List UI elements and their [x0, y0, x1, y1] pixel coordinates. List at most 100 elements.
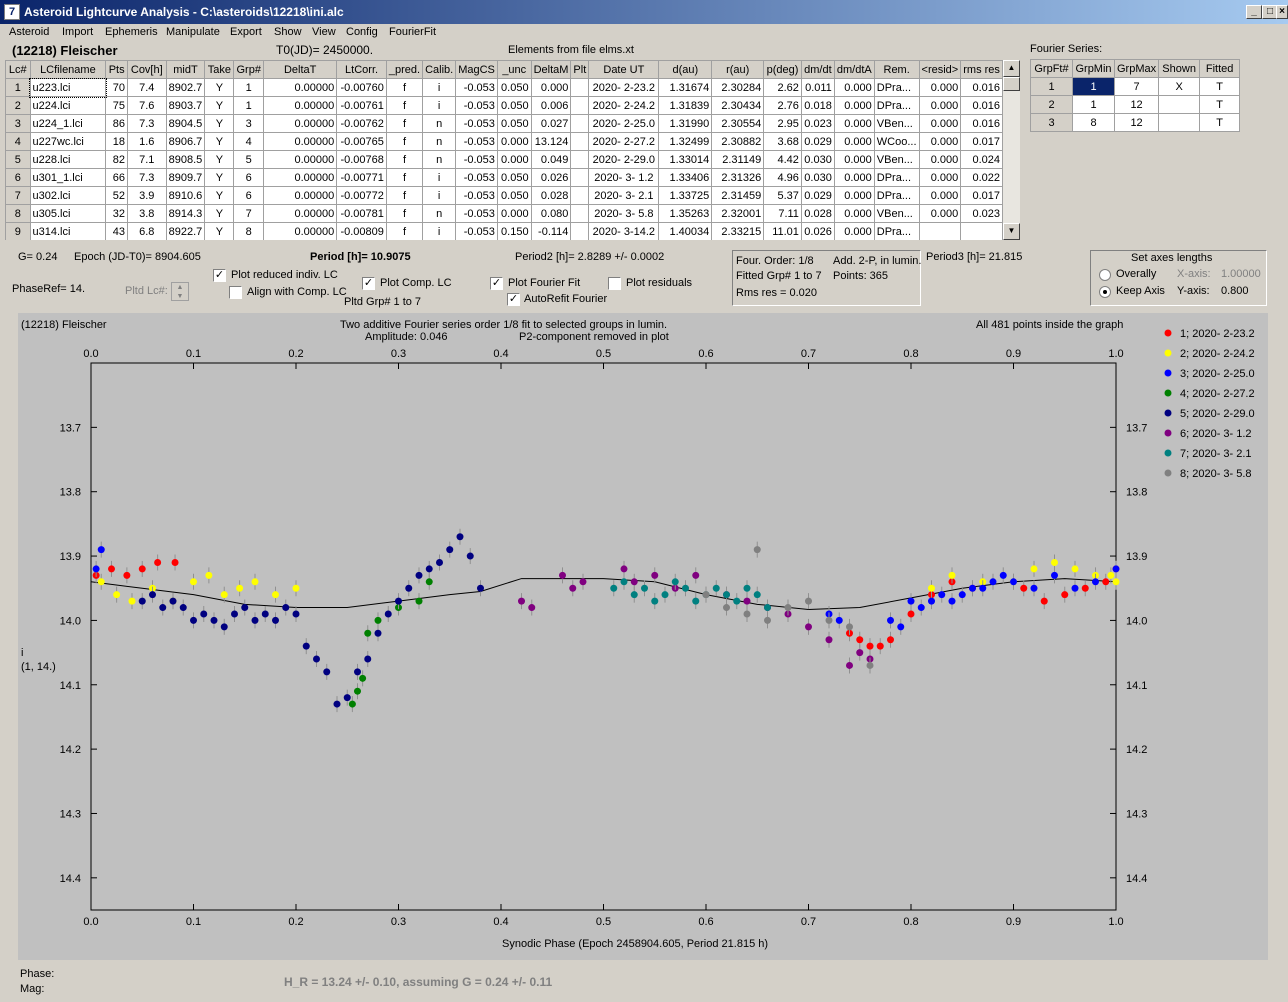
table-cell[interactable]: 0.030 — [800, 150, 835, 169]
table-cell[interactable]: 1 — [233, 78, 265, 97]
table-cell[interactable]: 6.8 — [127, 222, 167, 240]
table-cell[interactable]: f — [385, 78, 424, 97]
table-cell[interactable]: 0.00000 — [263, 222, 338, 240]
table-cell[interactable]: 7.11 — [763, 204, 802, 223]
table-cell[interactable]: 70 — [105, 78, 129, 97]
table-cell[interactable]: 0.050 — [496, 78, 532, 97]
table-row[interactable]: 4 u227wc.lci 18 1.6 8906.7 Y 4 0.00000 -0.00765 f… — [5, 132, 1003, 151]
table-cell[interactable]: 0.00000 — [263, 78, 338, 97]
table-cell[interactable]: 52 — [105, 186, 129, 205]
table-cell[interactable]: -0.053 — [455, 204, 498, 223]
table-cell[interactable]: WCoo... — [873, 132, 920, 151]
plot-reduced-checkbox[interactable]: ✓ — [213, 269, 226, 282]
table-cell[interactable]: u305.lci — [29, 204, 107, 223]
table-cell[interactable]: 0.026 — [530, 168, 572, 187]
column-header[interactable]: midT — [165, 60, 206, 79]
column-header[interactable]: d(au) — [658, 60, 713, 79]
table-cell[interactable]: 1.6 — [127, 132, 167, 151]
table-cell[interactable]: f — [385, 96, 424, 115]
table-cell[interactable]: 2.62 — [763, 78, 802, 97]
table-cell[interactable]: Y — [204, 114, 235, 133]
column-header[interactable]: Calib. — [422, 60, 457, 79]
table-cell[interactable]: 0.000 — [833, 150, 875, 169]
table-cell[interactable]: 0.049 — [530, 150, 572, 169]
table-cell[interactable]: Y — [204, 186, 235, 205]
table-cell[interactable]: 7.1 — [127, 150, 167, 169]
table-cell[interactable]: 2.31326 — [711, 168, 765, 187]
table-cell[interactable]: 1.40034 — [658, 222, 713, 240]
table-cell[interactable]: 0.000 — [918, 96, 962, 115]
table-cell[interactable]: 18 — [105, 132, 129, 151]
table-cell[interactable]: 0.000 — [530, 78, 572, 97]
table-cell[interactable]: 8914.3 — [165, 204, 206, 223]
column-header[interactable]: p(deg) — [763, 60, 802, 79]
table-cell[interactable]: 6 — [233, 168, 265, 187]
row-header[interactable]: 9 — [5, 222, 31, 240]
table-cell[interactable] — [570, 204, 590, 223]
table-cell[interactable] — [918, 222, 962, 240]
table-cell[interactable]: 0.000 — [496, 204, 532, 223]
overally-radio[interactable] — [1099, 269, 1111, 281]
table-cell[interactable] — [570, 150, 590, 169]
table-cell[interactable]: 13.124 — [530, 132, 572, 151]
table-cell[interactable]: 0.000 — [833, 222, 875, 240]
table-cell[interactable]: -0.053 — [455, 78, 498, 97]
table-cell[interactable]: -0.00771 — [336, 168, 387, 187]
menu-view[interactable]: View — [312, 26, 336, 38]
table-cell[interactable]: 8904.5 — [165, 114, 206, 133]
table-cell[interactable]: 66 — [105, 168, 129, 187]
table-cell[interactable]: 1.33014 — [658, 150, 713, 169]
column-header[interactable]: LCfilename — [29, 60, 107, 79]
table-cell[interactable]: 1.31990 — [658, 114, 713, 133]
align-comp-checkbox[interactable] — [229, 286, 242, 299]
table-cell[interactable]: -0.053 — [455, 150, 498, 169]
yaxis-value[interactable]: 0.800 — [1221, 285, 1249, 297]
table-cell[interactable]: 5.37 — [763, 186, 802, 205]
table-row[interactable]: 6 u301_1.lci 66 7.3 8909.7 Y 6 0.00000 -0.00771 f… — [5, 168, 1003, 187]
table-cell[interactable]: 0.029 — [800, 132, 835, 151]
table-cell[interactable]: 0.027 — [530, 114, 572, 133]
table-cell[interactable]: 0.000 — [833, 132, 875, 151]
table-cell[interactable]: 0.026 — [800, 222, 835, 240]
table-cell[interactable]: u223.lci — [29, 77, 107, 98]
table-cell[interactable]: u302.lci — [29, 186, 107, 205]
table-cell[interactable]: 75 — [105, 96, 129, 115]
fourier-cell[interactable] — [1158, 95, 1201, 114]
table-cell[interactable]: 2020- 3- 2.1 — [588, 186, 660, 205]
table-cell[interactable]: 4 — [233, 132, 265, 151]
table-row[interactable]: 1 u223.lci 70 7.4 8902.7 Y 1 0.00000 -0.00760 f i -… — [5, 77, 1003, 98]
table-cell[interactable]: VBen... — [873, 204, 920, 223]
table-cell[interactable]: 8 — [233, 222, 265, 240]
column-header[interactable]: LtCorr. — [336, 60, 387, 79]
minimize-icon[interactable]: _ — [1246, 5, 1262, 19]
table-cell[interactable]: 2.31149 — [711, 150, 765, 169]
row-header[interactable]: 7 — [5, 186, 31, 205]
table-cell[interactable]: 5 — [233, 150, 265, 169]
table-cell[interactable]: Y — [204, 222, 235, 240]
scroll-thumb[interactable] — [1003, 77, 1020, 91]
column-header[interactable]: Rem. — [873, 60, 920, 79]
table-row[interactable]: 9 u314.lci 43 6.8 8922.7 Y 8 0.00000 -0.00809 f i -… — [5, 222, 1003, 240]
fourier-row-header[interactable]: 2 — [1030, 95, 1073, 114]
table-cell[interactable]: f — [385, 150, 424, 169]
table-cell[interactable]: 7 — [233, 204, 265, 223]
table-cell[interactable]: 0.000 — [918, 186, 962, 205]
lightcurve-plot[interactable]: (12218) Fleischer Two additive Fourier s… — [18, 313, 1268, 960]
table-cell[interactable]: 2020- 3- 1.2 — [588, 168, 660, 187]
table-cell[interactable]: 0.006 — [530, 96, 572, 115]
table-cell[interactable]: 4.96 — [763, 168, 802, 187]
table-cell[interactable]: Y — [204, 78, 235, 97]
menu-config[interactable]: Config — [346, 26, 378, 38]
table-cell[interactable]: 0.018 — [800, 96, 835, 115]
row-header[interactable]: 4 — [5, 132, 31, 151]
column-header[interactable]: MagCS — [455, 60, 498, 79]
table-cell[interactable]: 0.00000 — [263, 168, 338, 187]
fourier-cell[interactable]: 7 — [1113, 77, 1160, 96]
column-header[interactable]: _unc — [496, 60, 532, 79]
table-cell[interactable]: Y — [204, 168, 235, 187]
lightcurve-table[interactable]: Lc# LCfilename Pts Cov[h] midT Take Grp# DeltaT… — [5, 60, 1003, 240]
column-header[interactable]: Take — [204, 60, 235, 79]
xaxis-value[interactable]: 1.00000 — [1221, 268, 1261, 280]
column-header[interactable]: rms res — [960, 60, 1003, 79]
table-cell[interactable]: n — [422, 114, 457, 133]
